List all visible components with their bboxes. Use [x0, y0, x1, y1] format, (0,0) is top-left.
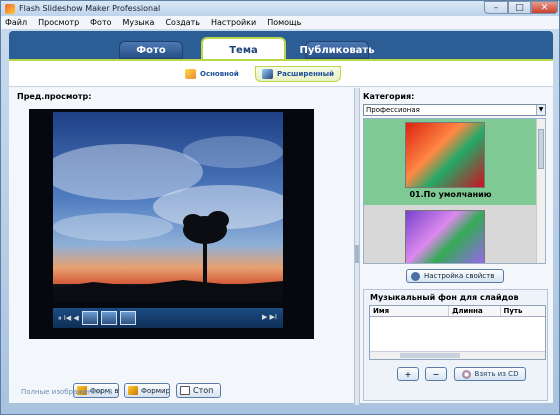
menu-view[interactable]: Просмотр	[38, 18, 79, 27]
window-title: Flash Slideshow Maker Professional	[19, 4, 161, 13]
menu-create[interactable]: Создать	[165, 18, 200, 27]
menu-bar: Файл Просмотр Фото Музыка Создать Настро…	[1, 16, 559, 29]
playback-controls-left[interactable]: ⏸ I◀ ◀	[58, 314, 79, 323]
theme-list: 01.По умолчанию	[363, 118, 546, 264]
splitter-grip-icon[interactable]	[355, 245, 359, 263]
subtab-advanced-label: Расширенный	[277, 70, 335, 78]
theme-preview-image	[405, 210, 485, 263]
preview-pane: Пред.просмотр: ⏸ I◀ ◀ ▶ ▶I Форм. в Форми…	[9, 88, 354, 405]
maximize-button[interactable]: □	[508, 1, 531, 14]
slide-thumbnail[interactable]	[100, 311, 117, 325]
slide-thumbnail-strip: ⏸ I◀ ◀ ▶ ▶I	[53, 308, 283, 328]
background-music-section: Музыкальный фон для слайдов Имя Длинна П…	[363, 289, 548, 401]
music-section-title: Музыкальный фон для слайдов	[370, 293, 519, 302]
column-name[interactable]: Имя	[370, 306, 450, 316]
music-table-scrollbar[interactable]	[370, 351, 545, 359]
advanced-icon	[262, 69, 273, 79]
music-table[interactable]: Имя Длинна Путь	[369, 305, 546, 360]
theme-list-scrollbar[interactable]	[536, 119, 545, 263]
pane-splitter[interactable]	[354, 88, 360, 405]
add-music-button[interactable]: +	[397, 367, 419, 381]
subtab-advanced[interactable]: Расширенный	[255, 66, 342, 82]
category-label: Категория:	[363, 92, 415, 101]
scrollbar-thumb[interactable]	[400, 353, 460, 358]
tab-publish[interactable]: Публиковать	[299, 41, 375, 59]
sunset-tree-image	[53, 112, 283, 302]
column-length[interactable]: Длинна	[449, 306, 501, 316]
theme-properties-button[interactable]: Настройка свойств	[406, 269, 504, 283]
menu-help[interactable]: Помощь	[267, 18, 301, 27]
chevron-down-icon[interactable]: ▼	[536, 105, 545, 115]
music-table-header: Имя Длинна Путь	[370, 306, 545, 317]
subtab-basic-label: Основной	[200, 70, 239, 78]
preview-stage: ⏸ I◀ ◀ ▶ ▶I	[29, 109, 314, 339]
column-path[interactable]: Путь	[501, 306, 546, 316]
slide-thumbnail[interactable]	[81, 311, 98, 325]
cd-icon	[461, 369, 471, 379]
minimize-button[interactable]: –	[484, 1, 508, 14]
category-value: Профессионая	[366, 106, 420, 114]
main-panel: Фото Тема Публиковать Основной Расширенн…	[9, 31, 553, 405]
app-logo-icon	[5, 3, 15, 14]
theme-item-label: 01.По умолчанию	[409, 190, 492, 199]
close-button[interactable]: ✕	[531, 1, 558, 14]
theme-preview-image	[405, 122, 485, 188]
tab-theme[interactable]: Тема	[201, 37, 286, 61]
playback-controls-right[interactable]: ▶ ▶I	[262, 313, 277, 321]
menu-photo[interactable]: Фото	[90, 18, 111, 27]
category-select[interactable]: Профессионая ▼	[363, 104, 546, 116]
theme-properties-label: Настройка свойств	[424, 272, 495, 280]
preview-photo	[53, 112, 283, 302]
menu-file[interactable]: Файл	[5, 18, 27, 27]
tab-photo[interactable]: Фото	[119, 41, 183, 59]
title-bar: Flash Slideshow Maker Professional – □ ✕	[1, 1, 559, 16]
take-from-cd-button[interactable]: Взять из CD	[454, 367, 526, 381]
app-window: Flash Slideshow Maker Professional – □ ✕…	[0, 0, 560, 415]
slide-thumbnail[interactable]	[119, 311, 136, 325]
subtab-basic[interactable]: Основной	[185, 66, 239, 82]
menu-settings[interactable]: Настройки	[211, 18, 256, 27]
music-buttons: + − Взять из CD	[364, 367, 549, 383]
theme-item[interactable]	[364, 205, 537, 263]
status-bar: Полные изображения : 3	[21, 388, 113, 396]
theme-settings-pane: Категория: Профессионая ▼ 01.По умолчани…	[361, 88, 551, 405]
subtab-bar: Основной Расширенный	[9, 61, 553, 87]
main-tabs: Фото Тема Публиковать	[9, 31, 553, 61]
preview-label: Пред.просмотр:	[17, 92, 92, 101]
theme-content: Основной Расширенный Пред.просмотр: ⏸ I◀…	[9, 59, 553, 405]
take-from-cd-label: Взять из CD	[474, 370, 519, 378]
gear-icon	[411, 271, 420, 281]
menu-music[interactable]: Музыка	[123, 18, 155, 27]
theme-item-default[interactable]: 01.По умолчанию	[364, 119, 537, 205]
scrollbar-thumb[interactable]	[538, 129, 544, 169]
remove-music-button[interactable]: −	[425, 367, 447, 381]
basic-icon	[185, 69, 196, 79]
